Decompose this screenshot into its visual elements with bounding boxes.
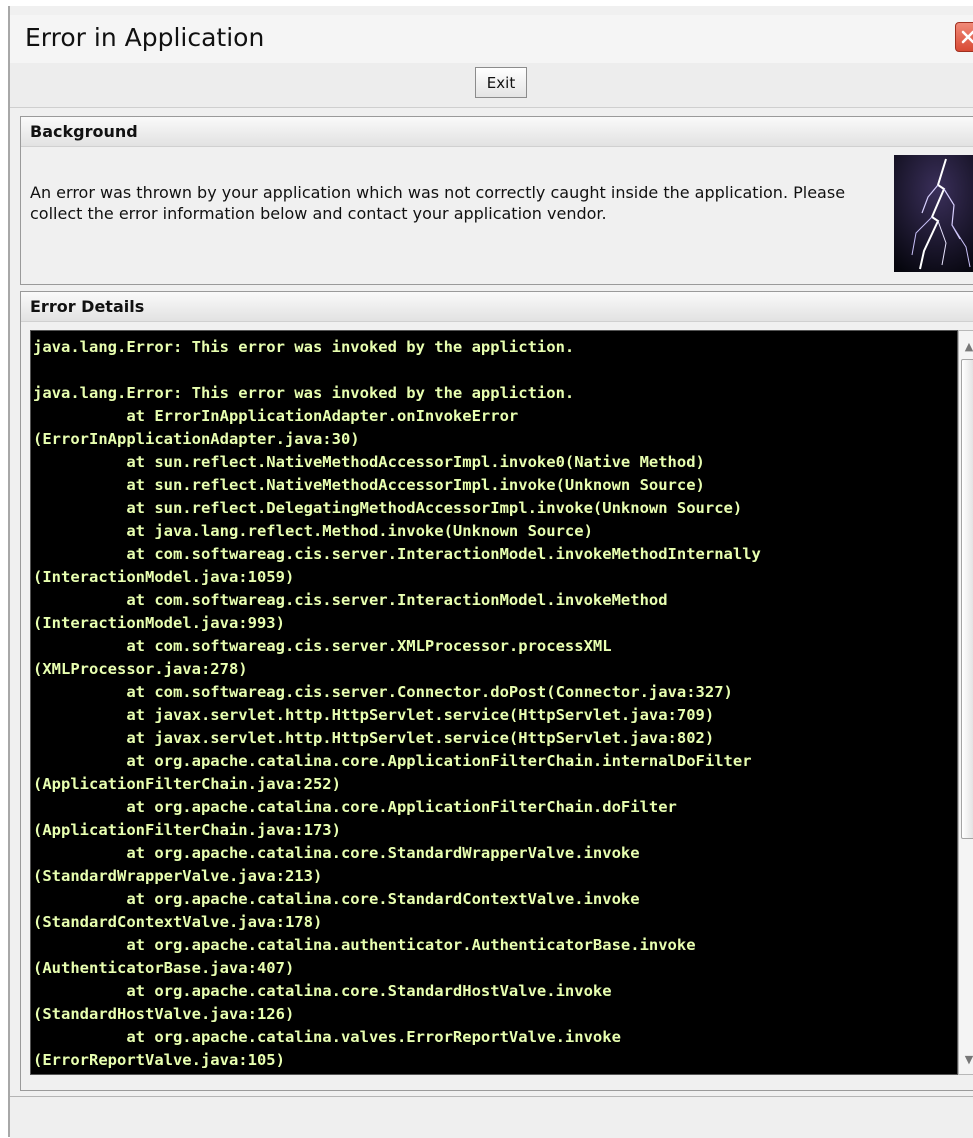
stack-trace-line <box>33 359 957 382</box>
stack-trace-line: at javax.servlet.http.HttpServlet.servic… <box>33 729 715 747</box>
error-details-header: Error Details <box>21 292 973 322</box>
error-details-scrollbar[interactable]: ▲ ▼ <box>958 330 973 1075</box>
stack-trace-line: (ApplicationFilterChain.java:173) <box>33 821 341 839</box>
stack-trace-line: at org.apache.catalina.core.StandardCont… <box>33 890 640 908</box>
stack-trace-line: java.lang.Error: This error was invoked … <box>33 384 575 402</box>
stack-trace-line: (ErrorReportValve.java:105) <box>33 1051 285 1069</box>
stack-trace-line: at sun.reflect.NativeMethodAccessorImpl.… <box>33 476 705 494</box>
scroll-down-icon[interactable]: ▼ <box>959 1048 973 1070</box>
title-bar: Error in Application <box>10 15 973 64</box>
stack-trace-line: (ErrorInApplicationAdapter.java:30) <box>33 430 360 448</box>
lightning-image <box>894 155 973 272</box>
stack-trace-line: at org.apache.catalina.core.StandardHost… <box>33 982 612 1000</box>
stack-trace-line: at org.apache.catalina.core.ApplicationF… <box>33 752 752 770</box>
window-title: Error in Application <box>25 23 265 52</box>
lightning-icon <box>894 155 973 272</box>
background-description: An error was thrown by your application … <box>30 183 846 223</box>
stack-trace-line: at com.softwareag.cis.server.Interaction… <box>33 591 668 609</box>
stack-trace-line: java.lang.Error: This error was invoked … <box>33 338 575 356</box>
background-panel: Background An error was thrown by your a… <box>20 116 973 285</box>
stack-trace-text: java.lang.Error: This error was invoked … <box>31 331 957 1074</box>
stack-trace-line: (StandardContextValve.java:178) <box>33 913 323 931</box>
stack-trace-line: at javax.servlet.http.HttpServlet.servic… <box>33 706 715 724</box>
stack-trace-line: at org.apache.catalina.core.ApplicationF… <box>33 798 677 816</box>
stack-trace-line: (StandardWrapperValve.java:213) <box>33 867 323 885</box>
toolbar: Exit <box>10 63 973 108</box>
scroll-up-icon[interactable]: ▲ <box>959 335 973 357</box>
stack-trace-line: at sun.reflect.DelegatingMethodAccessorI… <box>33 499 743 517</box>
stack-trace-line: at com.softwareag.cis.server.Interaction… <box>33 545 761 563</box>
close-button[interactable] <box>955 22 973 52</box>
stack-trace-line: at com.softwareag.cis.server.XMLProcesso… <box>33 637 612 655</box>
error-details-textarea[interactable]: java.lang.Error: This error was invoked … <box>30 330 958 1075</box>
error-dialog-window: Error in Application Exit Background An … <box>8 6 973 1138</box>
stack-trace-line: at org.apache.catalina.valves.ErrorRepor… <box>33 1028 621 1046</box>
stack-trace-line: at java.lang.reflect.Method.invoke(Unkno… <box>33 522 593 540</box>
stack-trace-line: (AuthenticatorBase.java:407) <box>33 959 295 977</box>
status-bar <box>10 1096 973 1138</box>
stack-trace-line: (ApplicationFilterChain.java:252) <box>33 775 341 793</box>
error-details-panel: Error Details java.lang.Error: This erro… <box>20 291 973 1091</box>
scroll-thumb[interactable] <box>961 359 973 839</box>
stack-trace-line: at ErrorInApplicationAdapter.onInvokeErr… <box>33 407 519 425</box>
stack-trace-line: at sun.reflect.NativeMethodAccessorImpl.… <box>33 453 705 471</box>
background-panel-header: Background <box>21 117 973 147</box>
exit-button[interactable]: Exit <box>475 67 527 98</box>
stack-trace-line: at org.apache.catalina.authenticator.Aut… <box>33 936 696 954</box>
close-icon <box>961 30 973 44</box>
stack-trace-line: (StandardHostValve.java:126) <box>33 1005 295 1023</box>
stack-trace-line: (InteractionModel.java:1059) <box>33 568 295 586</box>
stack-trace-line: (XMLProcessor.java:278) <box>33 660 248 678</box>
stack-trace-line: (InteractionModel.java:993) <box>33 614 285 632</box>
stack-trace-line: at com.softwareag.cis.server.Connector.d… <box>33 683 733 701</box>
stack-trace-line: at org.apache.catalina.core.StandardEngi… <box>33 1072 957 1074</box>
stack-trace-line: at org.apache.catalina.core.StandardWrap… <box>33 844 640 862</box>
